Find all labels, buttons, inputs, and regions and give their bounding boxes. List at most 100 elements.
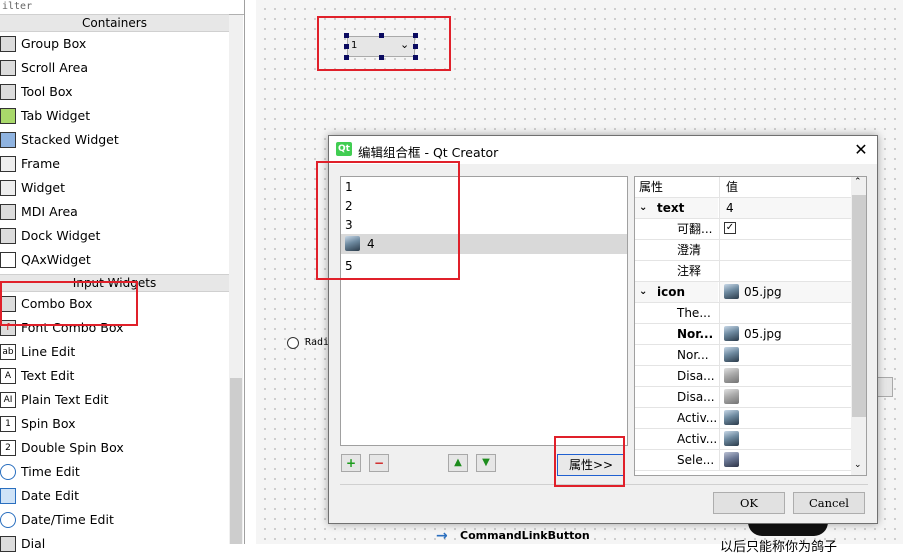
property-name: Activ... xyxy=(677,432,718,446)
widget-item-qaxwidget[interactable]: QAxWidget xyxy=(0,248,228,272)
resize-handle[interactable] xyxy=(413,55,418,60)
resize-handle[interactable] xyxy=(344,44,349,49)
resize-handle[interactable] xyxy=(379,33,384,38)
remove-item-button[interactable]: − xyxy=(369,454,389,472)
property-name: Nor... xyxy=(677,348,709,362)
text-edit-icon: A xyxy=(0,368,16,384)
widget-item-text-edit[interactable]: A Text Edit xyxy=(0,364,228,388)
filter-input[interactable]: ilter xyxy=(0,0,244,15)
property-name: text xyxy=(657,201,685,215)
double-spin-box-icon: 2 xyxy=(0,440,16,456)
plain-text-edit-icon: AI xyxy=(0,392,16,408)
property-row-normal-off[interactable]: Nor... 05.jpg xyxy=(635,324,851,345)
checkbox-checked-icon[interactable]: ✓ xyxy=(724,222,736,234)
widget-label: Tab Widget xyxy=(21,108,91,123)
qt-creator-logo-icon: Qt xyxy=(336,142,352,156)
widget-item-mdi-area[interactable]: MDI Area xyxy=(0,200,228,224)
combo-box-widget[interactable]: 1 ⌄ xyxy=(347,36,415,57)
widget-item-scroll-area[interactable]: Scroll Area xyxy=(0,56,228,80)
widget-icon xyxy=(0,180,16,196)
dock-widget-icon xyxy=(0,228,16,244)
widget-label: Plain Text Edit xyxy=(21,392,109,407)
combo-box-value: 1 xyxy=(351,40,358,51)
property-table-scroll-thumb[interactable] xyxy=(852,195,866,417)
widget-item-date-edit[interactable]: Date Edit xyxy=(0,484,228,508)
property-row-active-off[interactable]: Activ... xyxy=(635,408,851,429)
resize-handle[interactable] xyxy=(413,33,418,38)
dial-icon xyxy=(0,536,16,552)
widget-label: Date/Time Edit xyxy=(21,512,114,527)
property-row-normal-on[interactable]: Nor... xyxy=(635,345,851,366)
widget-item-line-edit[interactable]: ab Line Edit xyxy=(0,340,228,364)
minus-icon: − xyxy=(373,456,385,470)
highlight-item-list xyxy=(316,161,460,280)
widget-item-time-edit[interactable]: Time Edit xyxy=(0,460,228,484)
widget-label: Group Box xyxy=(21,36,87,51)
property-row-selected-off[interactable]: Sele... xyxy=(635,450,851,471)
property-name: 澄清 xyxy=(677,243,702,257)
bird-icon xyxy=(724,431,739,446)
dialog-titlebar[interactable]: Qt 编辑组合框 - Qt Creator ✕ xyxy=(329,136,877,164)
resize-handle[interactable] xyxy=(344,33,349,38)
move-down-button[interactable]: ▼ xyxy=(476,454,496,472)
bird-icon xyxy=(724,410,739,425)
widget-item-spin-box[interactable]: 1 Spin Box xyxy=(0,412,228,436)
add-item-button[interactable]: + xyxy=(341,454,361,472)
widget-item-frame[interactable]: Frame xyxy=(0,152,228,176)
resize-handle[interactable] xyxy=(413,44,418,49)
widget-item-double-spin-box[interactable]: 2 Double Spin Box xyxy=(0,436,228,460)
widget-label: Line Edit xyxy=(21,344,76,359)
chevron-down-icon: ⌄ xyxy=(400,38,410,51)
property-row-comment[interactable]: 注释 xyxy=(635,261,851,282)
widget-box-scroll-thumb[interactable] xyxy=(230,378,242,544)
widget-item-tool-box[interactable]: Tool Box xyxy=(0,80,228,104)
resize-handle[interactable] xyxy=(379,55,384,60)
widget-item-date-time-edit[interactable]: Date/Time Edit xyxy=(0,508,228,532)
chevron-up-icon[interactable]: ⌃ xyxy=(854,177,862,187)
property-name: Sele... xyxy=(677,453,715,467)
widget-item-dial[interactable]: Dial xyxy=(0,532,228,556)
header-property: 属性 xyxy=(639,180,664,194)
bird-icon xyxy=(724,368,739,383)
canvas-push-button[interactable] xyxy=(877,377,893,397)
ok-button[interactable]: OK xyxy=(713,492,785,514)
property-row-text[interactable]: ⌄ text 4 xyxy=(635,198,852,219)
property-name: 注释 xyxy=(677,264,702,278)
highlight-combo-box-item xyxy=(0,281,138,326)
property-row-disabled-off[interactable]: Disa... xyxy=(635,366,851,387)
property-name: Disa... xyxy=(677,390,715,404)
widget-item-dock-widget[interactable]: Dock Widget xyxy=(0,224,228,248)
header-value: 值 xyxy=(726,180,739,194)
radio-button-label: Radi xyxy=(305,337,330,348)
widget-item-tab-widget[interactable]: Tab Widget xyxy=(0,104,228,128)
property-row-theme[interactable]: The... xyxy=(635,303,851,324)
highlight-properties-button xyxy=(554,436,625,487)
widget-item-widget[interactable]: Widget xyxy=(0,176,228,200)
widget-label: Stacked Widget xyxy=(21,132,119,147)
spin-box-icon: 1 xyxy=(0,416,16,432)
resize-handle[interactable] xyxy=(344,55,349,60)
property-row-icon[interactable]: ⌄ icon 05.jpg xyxy=(635,282,852,303)
category-containers[interactable]: Containers xyxy=(0,14,229,32)
radio-button-icon[interactable] xyxy=(287,337,299,349)
property-row-disambiguation[interactable]: 澄清 xyxy=(635,240,851,261)
property-name: Nor... xyxy=(677,327,714,341)
chevron-down-icon[interactable]: ⌄ xyxy=(854,460,862,470)
widget-item-group-box[interactable]: Group Box xyxy=(0,32,228,56)
property-row-active-on[interactable]: Activ... xyxy=(635,429,851,450)
widget-item-plain-text-edit[interactable]: AI Plain Text Edit xyxy=(0,388,228,412)
qaxwidget-icon xyxy=(0,252,16,268)
property-value: 05.jpg xyxy=(744,285,782,299)
property-table[interactable]: 属性 值 ⌄ text 4 可翻... ✓ 澄清 注释 ⌄ icon 05.jpg … xyxy=(634,176,867,476)
command-link-label[interactable]: CommandLinkButton xyxy=(460,529,590,542)
cancel-button[interactable]: Cancel xyxy=(793,492,865,514)
widget-item-stacked-widget[interactable]: Stacked Widget xyxy=(0,128,228,152)
close-button[interactable]: ✕ xyxy=(851,140,871,160)
move-up-button[interactable]: ▲ xyxy=(448,454,468,472)
clock-icon xyxy=(0,464,16,480)
property-name: 可翻... xyxy=(677,222,713,236)
property-row-translatable[interactable]: 可翻... ✓ xyxy=(635,219,851,240)
property-row-disabled-on[interactable]: Disa... xyxy=(635,387,851,408)
mdi-area-icon xyxy=(0,204,16,220)
widget-label: Dock Widget xyxy=(21,228,101,243)
